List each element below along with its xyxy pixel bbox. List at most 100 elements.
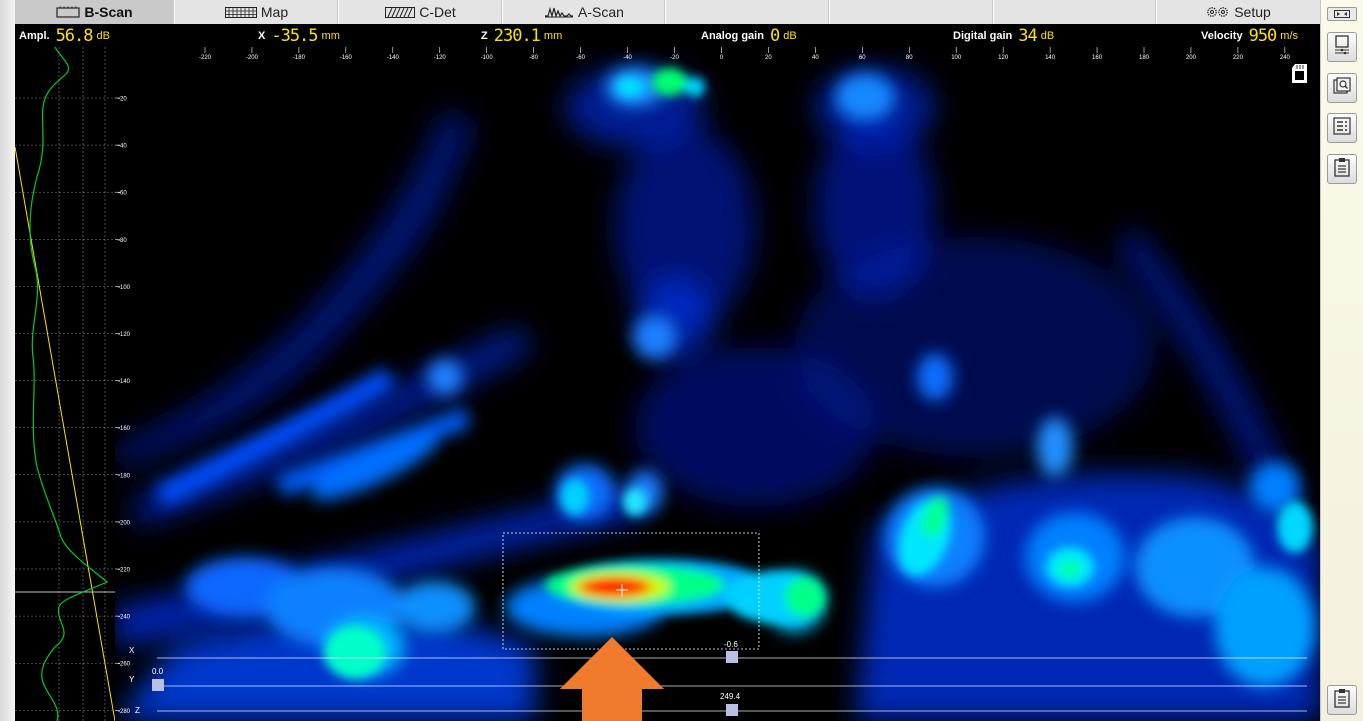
x-tick-label: -100 [481, 55, 494, 61]
x-tick-label: 40 [812, 55, 819, 61]
z-cursor-label: Z [135, 706, 140, 715]
report-list-icon [1333, 116, 1351, 140]
clipboard-icon [1334, 157, 1350, 182]
tab-empty-3[interactable] [994, 0, 1157, 24]
x-tick-label: 220 [1233, 55, 1244, 61]
x-tick-label: 120 [998, 55, 1009, 61]
y-tick-label: -180 [118, 473, 131, 479]
x-tick-label: -160 [340, 55, 353, 61]
tab-empty-2[interactable] [830, 0, 994, 24]
ampl-unit: dB [96, 29, 110, 42]
analog-gain-value: 0 [769, 25, 780, 46]
tab-setup[interactable]: Setup [1157, 0, 1320, 24]
velocity-unit: m/s [1280, 29, 1299, 42]
amplitude-profile-panel[interactable] [15, 47, 115, 721]
velocity-readout: Velocity 950 m/s [1201, 24, 1298, 47]
cdet-icon [385, 6, 416, 18]
app-window: B-Scan Map C-Det A-Scan Setup Ampl. 56.8… [0, 0, 1363, 721]
x-tick-label: -40 [623, 55, 632, 61]
tab-cdet-label: C-Det [419, 4, 456, 20]
y-cursor-label: Y [129, 675, 135, 684]
x-cursor-value: -0.6 [724, 640, 738, 649]
x-tick-label: 180 [1139, 55, 1150, 61]
tab-cdet[interactable]: C-Det [339, 0, 503, 24]
tab-empty-1[interactable] [666, 0, 830, 24]
x-readout: X -35.5 mm [258, 24, 340, 47]
clipboard-bottom-icon [1334, 688, 1350, 713]
tab-ascan-label: A-Scan [578, 4, 624, 20]
ampl-value: 56.8 [55, 25, 94, 46]
report-list-button[interactable] [1327, 113, 1357, 143]
x-cursor-label: X [129, 646, 135, 655]
x-tick-label: 20 [765, 55, 772, 61]
bscan-image-view[interactable]: -220 -200 -180 -160 -140 -120 -100 -80 -60 -40 -20… [115, 47, 1320, 721]
velocity-label: Velocity [1201, 29, 1243, 42]
tab-bscan[interactable]: B-Scan [15, 0, 175, 24]
y-tick-label: -60 [118, 191, 127, 197]
expand-icon [1334, 5, 1350, 23]
x-cursor-handle[interactable] [726, 651, 738, 663]
bscan-icon [56, 6, 80, 18]
digital-gain-unit: dB [1040, 29, 1055, 42]
x-unit: mm [321, 29, 340, 42]
velocity-value: 950 [1248, 25, 1278, 46]
y-tick-label: -160 [118, 426, 131, 432]
x-value: -35.5 [271, 25, 318, 46]
clipboard-bottom-button[interactable] [1327, 685, 1357, 715]
x-tick-label: 100 [951, 55, 962, 61]
tab-bar: B-Scan Map C-Det A-Scan Setup [15, 0, 1320, 25]
amplitude-profile-curve [29, 47, 109, 721]
y-cursor-value: 0.0 [152, 667, 164, 676]
tab-setup-label: Setup [1234, 4, 1271, 20]
y-tick-label: -80 [118, 238, 127, 244]
analog-gain-unit: dB [783, 29, 797, 42]
tab-map-label: Map [260, 4, 289, 20]
measurement-status-bar: Ampl. 56.8 dB X -35.5 mm Z 230.1 mm Anal… [15, 24, 1320, 47]
z-value: 230.1 [493, 25, 541, 46]
ampl-readout: Ampl. 56.8 dB [19, 24, 110, 47]
zoom-window-icon [1333, 76, 1351, 100]
x-tick-label: -120 [434, 55, 447, 61]
zoom-window-button[interactable] [1327, 73, 1357, 103]
ascan-waveform-icon [544, 6, 574, 18]
y-tick-label: -40 [118, 144, 127, 150]
x-tick-label: -220 [199, 55, 212, 61]
x-tick-label: -60 [576, 55, 585, 61]
x-tick-label: -80 [529, 55, 538, 61]
x-tick-label: 200 [1186, 55, 1197, 61]
z-unit: mm [543, 29, 563, 42]
tab-bscan-label: B-Scan [84, 4, 133, 20]
z-label: Z [481, 29, 488, 42]
analog-gain-readout: Analog gain 0 dB [701, 24, 797, 47]
x-tick-label: 240 [1280, 55, 1291, 61]
x-tick-label: 160 [1092, 55, 1103, 61]
tab-map[interactable]: Map [175, 0, 339, 24]
z-cursor-value: 249.4 [720, 692, 741, 701]
y-tick-label: -280 [118, 709, 131, 715]
x-tick-label: -200 [246, 55, 259, 61]
tool-settings-button[interactable] [1327, 32, 1357, 62]
digital-gain-readout: Digital gain 34 dB [953, 24, 1054, 47]
left-frame [0, 0, 15, 721]
x-tick-label: -20 [670, 55, 679, 61]
y-cursor-handle[interactable] [152, 679, 164, 691]
analog-gain-label: Analog gain [701, 29, 764, 42]
x-tick-label: -180 [293, 55, 306, 61]
y-tick-label: -20 [118, 97, 127, 103]
amplitude-profile-plot [15, 47, 115, 721]
ampl-label: Ampl. [19, 29, 50, 42]
sd-card-icon [1292, 64, 1307, 83]
y-tick-label: -240 [118, 615, 131, 621]
y-tick-label: -260 [118, 662, 131, 668]
y-tick-label: -120 [118, 332, 131, 338]
y-tick-label: -100 [118, 285, 131, 291]
z-cursor-handle[interactable] [726, 704, 738, 716]
x-tick-label: -140 [387, 55, 400, 61]
clipboard-button[interactable] [1327, 154, 1357, 184]
bscan-heatmap: -220 -200 -180 -160 -140 -120 -100 -80 -60 -40 -20… [115, 47, 1320, 721]
map-grid-icon [224, 6, 257, 18]
tab-ascan[interactable]: A-Scan [503, 0, 666, 24]
expand-button[interactable] [1327, 7, 1357, 21]
tool-settings-icon [1333, 34, 1351, 60]
x-tick-label: 140 [1045, 55, 1056, 61]
